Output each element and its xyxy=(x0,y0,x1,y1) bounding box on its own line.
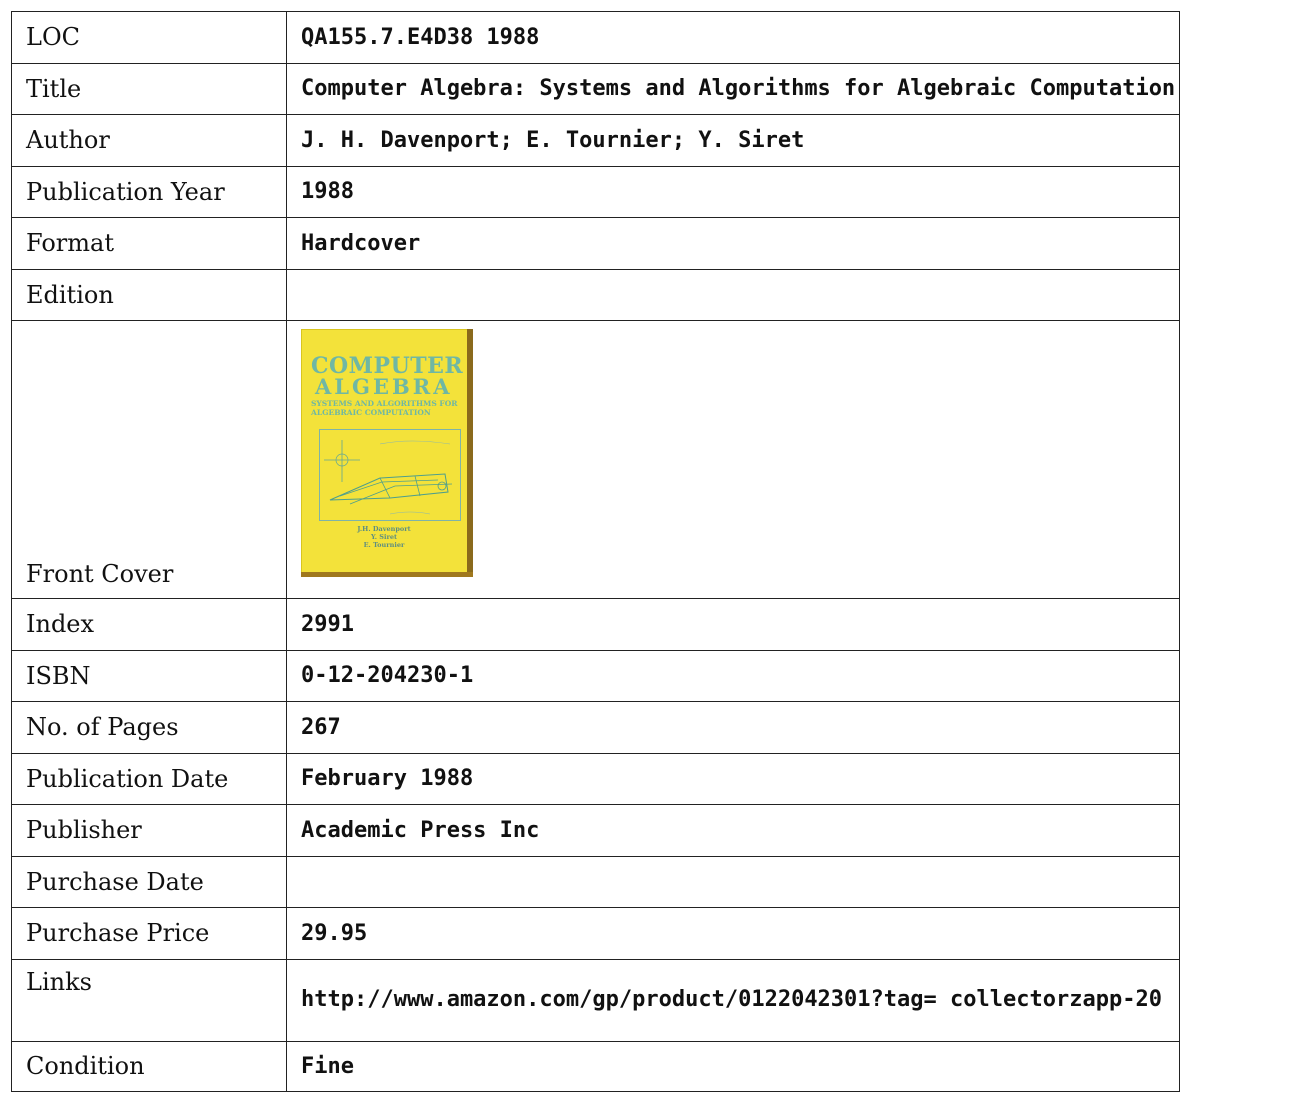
row-edition: Edition xyxy=(11,268,1180,321)
pages-value: 267 xyxy=(286,701,1180,754)
publication-year-label: Publication Year xyxy=(11,165,287,218)
links-value[interactable]: http://www.amazon.com/gp/product/0122042… xyxy=(286,958,1180,1042)
row-purchase-date: Purchase Date xyxy=(11,855,1180,908)
cover-bottom-edge xyxy=(301,572,473,577)
isbn-label: ISBN xyxy=(11,649,287,702)
title-value: Computer Algebra: Systems and Algorithms… xyxy=(286,62,1180,115)
cover-title-line2: ALGEBRA xyxy=(315,374,453,399)
purchase-date-label: Purchase Date xyxy=(11,855,287,908)
cover-subtitle: SYSTEMS AND ALGORITHMS FOR ALGEBRAIC COM… xyxy=(311,399,458,417)
row-links: Links http://www.amazon.com/gp/product/0… xyxy=(11,958,1180,1042)
cover-authors: J.H. Davenport Y. Siret E. Tournier xyxy=(301,525,467,549)
loc-label: LOC xyxy=(11,11,287,64)
row-publication-year: Publication Year 1988 xyxy=(11,165,1180,218)
row-condition: Condition Fine xyxy=(11,1040,1180,1092)
publication-date-value: February 1988 xyxy=(286,752,1180,805)
cover-spine-edge xyxy=(467,329,473,577)
edition-value xyxy=(286,268,1180,321)
publisher-label: Publisher xyxy=(11,804,287,857)
row-front-cover: Front Cover COMPUTER ALGEBRA SYSTEMS AND… xyxy=(11,320,1180,599)
index-label: Index xyxy=(11,598,287,651)
title-label: Title xyxy=(11,62,287,115)
book-record-table: LOC QA155.7.E4D38 1988 Title Computer Al… xyxy=(11,11,1180,1092)
front-cover-label: Front Cover xyxy=(11,320,287,599)
row-format: Format Hardcover xyxy=(11,217,1180,270)
purchase-price-label: Purchase Price xyxy=(11,907,287,960)
author-value: J. H. Davenport; E. Tournier; Y. Siret xyxy=(286,114,1180,167)
cover-author-3: E. Tournier xyxy=(363,541,405,549)
row-title: Title Computer Algebra: Systems and Algo… xyxy=(11,62,1180,115)
loc-value: QA155.7.E4D38 1988 xyxy=(286,11,1180,64)
format-value: Hardcover xyxy=(286,217,1180,270)
row-isbn: ISBN 0-12-204230-1 xyxy=(11,649,1180,702)
author-label: Author xyxy=(11,114,287,167)
pages-label: No. of Pages xyxy=(11,701,287,754)
edition-label: Edition xyxy=(11,268,287,321)
publication-year-value: 1988 xyxy=(286,165,1180,218)
publisher-value: Academic Press Inc xyxy=(286,804,1180,857)
index-value: 2991 xyxy=(286,598,1180,651)
condition-value: Fine xyxy=(286,1040,1180,1092)
row-publication-date: Publication Date February 1988 xyxy=(11,752,1180,805)
row-author: Author J. H. Davenport; E. Tournier; Y. … xyxy=(11,114,1180,167)
cover-author-1: J.H. Davenport xyxy=(357,525,411,533)
links-label: Links xyxy=(11,958,287,1042)
condition-label: Condition xyxy=(11,1040,287,1092)
purchase-date-value xyxy=(286,855,1180,908)
cover-author-2: Y. Siret xyxy=(370,533,398,541)
front-cover-image: COMPUTER ALGEBRA SYSTEMS AND ALGORITHMS … xyxy=(301,329,473,577)
purchase-price-value: 29.95 xyxy=(286,907,1180,960)
cover-illustration xyxy=(319,429,461,521)
row-loc: LOC QA155.7.E4D38 1988 xyxy=(11,11,1180,64)
publication-date-label: Publication Date xyxy=(11,752,287,805)
isbn-value: 0-12-204230-1 xyxy=(286,649,1180,702)
format-label: Format xyxy=(11,217,287,270)
row-purchase-price: Purchase Price 29.95 xyxy=(11,907,1180,960)
row-index: Index 2991 xyxy=(11,598,1180,651)
front-cover-cell: COMPUTER ALGEBRA SYSTEMS AND ALGORITHMS … xyxy=(286,320,1180,599)
row-publisher: Publisher Academic Press Inc xyxy=(11,804,1180,857)
row-pages: No. of Pages 267 xyxy=(11,701,1180,754)
